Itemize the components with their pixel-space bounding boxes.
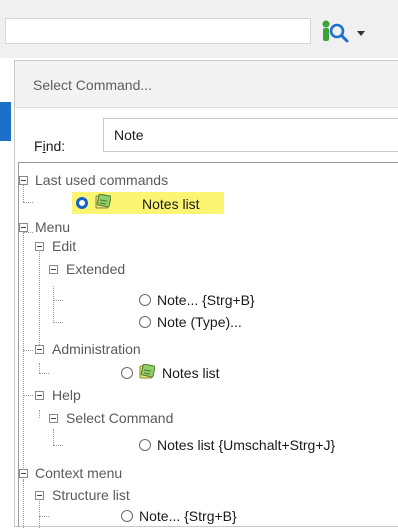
collapse-toggle[interactable] [49, 265, 58, 274]
dialog-header: Select Command... [15, 61, 398, 108]
collapse-toggle[interactable] [19, 176, 28, 185]
collapse-toggle[interactable] [19, 469, 28, 478]
collapse-toggle[interactable] [35, 345, 44, 354]
tree-node-help[interactable]: Help [52, 385, 81, 405]
radio-icon[interactable] [139, 316, 151, 328]
search-icon [322, 20, 349, 43]
tree-item-note-shortcut[interactable]: Note... {Strg+B} [139, 506, 237, 526]
collapse-toggle[interactable] [35, 242, 44, 251]
tree-item-note-type[interactable]: Note (Type)... [157, 312, 242, 332]
tree-node-administration[interactable]: Administration [52, 339, 141, 359]
radio-icon[interactable] [139, 294, 151, 306]
radio-icon[interactable] [139, 439, 151, 451]
dialog-title: Select Command... [33, 77, 153, 93]
find-input[interactable]: Note [103, 118, 398, 152]
radio-icon[interactable] [121, 510, 133, 522]
tree-item-notes-list[interactable]: Notes list [142, 194, 200, 214]
tree-node-context-menu[interactable]: Context menu [35, 463, 122, 483]
collapse-toggle[interactable] [19, 223, 28, 232]
tree-node-structure-list[interactable]: Structure list [52, 485, 130, 505]
accent-bar [0, 102, 11, 141]
tree-node-menu[interactable]: Menu [35, 217, 70, 237]
tree-item-note-shortcut[interactable]: Note... {Strg+B} [157, 290, 255, 310]
collapse-toggle[interactable] [35, 391, 44, 400]
collapse-toggle[interactable] [35, 491, 44, 500]
note-icon [139, 364, 155, 379]
tree-item-notes-list-shortcut[interactable]: Notes list {Umschalt+Strg+J} [157, 435, 335, 455]
tree-node-last-used[interactable]: Last used commands [35, 170, 168, 190]
radio-selected-icon[interactable] [76, 197, 88, 209]
tree-node-select-command[interactable]: Select Command [66, 408, 173, 428]
top-toolbar [0, 0, 398, 58]
chevron-down-icon [357, 31, 365, 36]
tree-node-extended[interactable]: Extended [66, 259, 125, 279]
search-dropdown-button[interactable] [318, 18, 370, 46]
tree-node-edit[interactable]: Edit [52, 236, 76, 256]
command-tree[interactable]: Last used commands Notes list Menu Edit … [18, 162, 398, 528]
find-label: Find: [34, 138, 66, 154]
quick-search-input[interactable] [5, 18, 311, 44]
collapse-toggle[interactable] [49, 414, 58, 423]
radio-icon[interactable] [121, 367, 133, 379]
tree-item-notes-list[interactable]: Notes list [162, 363, 220, 383]
note-icon [95, 194, 111, 209]
